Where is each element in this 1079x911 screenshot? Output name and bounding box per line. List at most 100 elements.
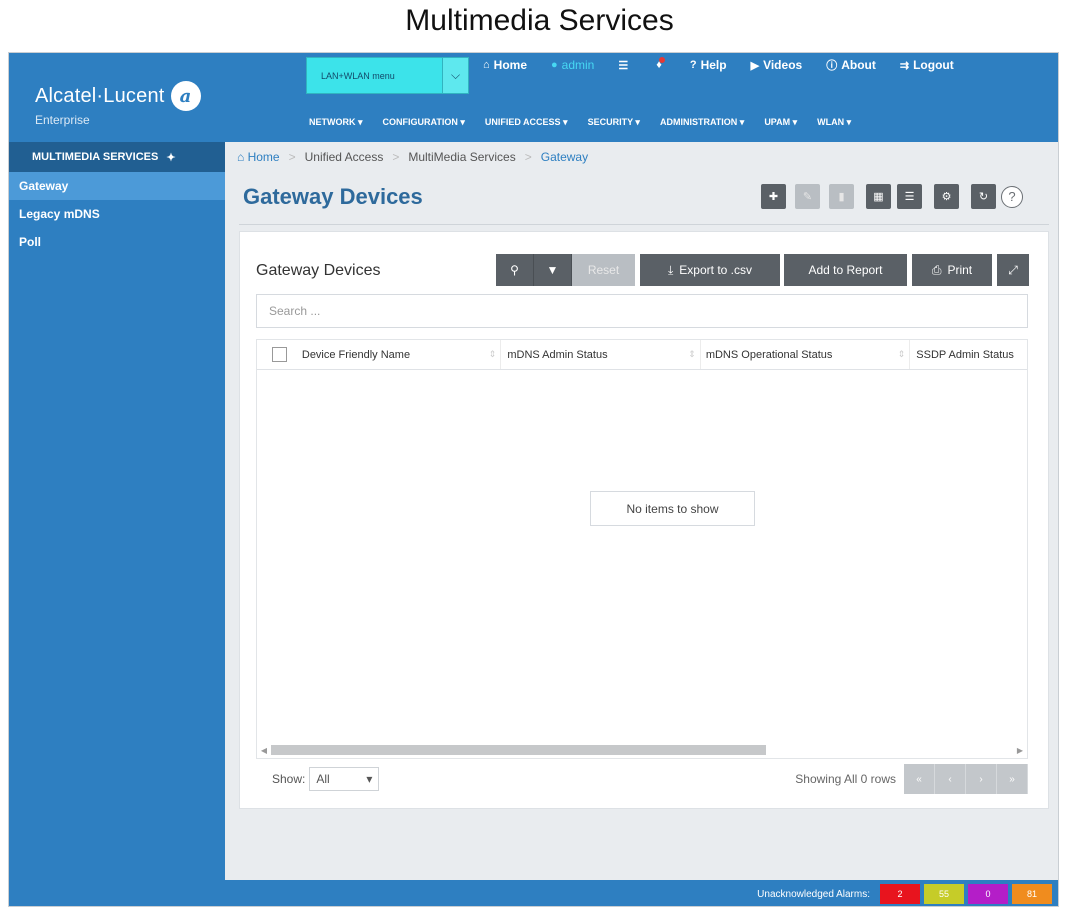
nav-upam[interactable]: UPAM ▾: [764, 117, 797, 128]
nav-administration[interactable]: ADMINISTRATION ▾: [660, 117, 744, 128]
first-page-button[interactable]: «: [904, 764, 935, 794]
main-nav: NETWORK ▾ CONFIGURATION ▾ UNIFIED ACCESS…: [309, 117, 871, 128]
status-bar: Unacknowledged Alarms: 2 55 0 81: [9, 880, 1058, 906]
grid-view-icon: ▦: [873, 191, 884, 203]
home-icon: ⌂: [483, 59, 490, 71]
sidebar-item-legacy-mdns[interactable]: Legacy mDNS: [9, 200, 225, 228]
add-button[interactable]: ✚: [761, 184, 786, 209]
panel-tools: ⚲ ▼ Reset ⤓ Export to .csv Add to Report …: [496, 254, 1029, 286]
export-csv-button[interactable]: ⤓ Export to .csv: [640, 254, 780, 286]
add-to-report-button[interactable]: Add to Report: [784, 254, 907, 286]
column-header-device-friendly-name[interactable]: Device Friendly Name ⇕: [301, 340, 502, 369]
nav-network[interactable]: NETWORK ▾: [309, 117, 363, 128]
breadcrumb-unified-access[interactable]: Unified Access: [305, 150, 384, 164]
help-link[interactable]: ? Help: [690, 58, 727, 72]
expand-icon: ⤢: [1008, 262, 1018, 277]
video-camera-icon: ▶: [750, 59, 760, 72]
list-view-button[interactable]: ☰: [897, 184, 922, 209]
nav-configuration[interactable]: CONFIGURATION ▾: [383, 117, 465, 128]
breadcrumb-home-label: Home: [247, 150, 280, 164]
notifications-button[interactable]: ♦: [656, 57, 666, 71]
info-icon: ⓘ: [826, 60, 838, 72]
logo-mark-icon: a: [170, 81, 201, 111]
home-link-label: Home: [493, 58, 527, 72]
refresh-icon: ↻: [978, 191, 989, 203]
column-header-label: Device Friendly Name: [301, 348, 411, 361]
scroll-left-icon[interactable]: ◀: [257, 746, 271, 755]
pin-icon[interactable]: ✦: [166, 151, 175, 164]
printer-icon: ⎙: [931, 262, 942, 277]
search-input[interactable]: Search ...: [256, 294, 1028, 328]
videos-link[interactable]: ▶ Videos: [751, 58, 803, 72]
previous-page-button[interactable]: ‹: [935, 764, 966, 794]
menu-list-button[interactable]: ☰: [618, 59, 632, 72]
breadcrumb-home[interactable]: ⌂ Home: [237, 150, 280, 164]
page-size-select[interactable]: All ▾: [309, 767, 380, 791]
unacknowledged-alarms-label: Unacknowledged Alarms:: [757, 888, 870, 900]
panel-footer: Show: All ▾ Showing All 0 rows « ‹ › »: [256, 762, 1028, 796]
refresh-button[interactable]: ↻: [971, 184, 996, 209]
about-link[interactable]: ⓘ About: [826, 57, 876, 73]
scrollbar-thumb[interactable]: [271, 745, 766, 755]
chevron-down-icon[interactable]: ⌵: [442, 58, 468, 93]
settings-button[interactable]: ⚙: [934, 184, 959, 209]
horizontal-scrollbar[interactable]: ◀ ▶: [257, 744, 1027, 756]
nav-security[interactable]: SECURITY ▾: [588, 117, 640, 128]
empty-table-message: No items to show: [590, 491, 755, 526]
sort-icon: ⇕: [897, 349, 906, 359]
logo[interactable]: Alcatel·Lucent a Enterprise: [35, 81, 201, 127]
print-button[interactable]: ⎙ Print: [912, 254, 992, 286]
trash-icon: ▮: [838, 191, 845, 203]
expand-button[interactable]: ⤢: [997, 254, 1029, 286]
breadcrumb-multimedia-services[interactable]: MultiMedia Services: [408, 150, 515, 164]
scrollbar-track[interactable]: [271, 745, 1013, 755]
edit-button[interactable]: ✎: [795, 184, 820, 209]
search-icon: ⚲: [510, 263, 519, 277]
site-view-select[interactable]: LAN+WLAN menu ⌵: [306, 57, 469, 94]
search-button[interactable]: ⚲: [496, 254, 534, 286]
help-button[interactable]: ?: [1001, 185, 1023, 208]
videos-link-label: Videos: [763, 58, 803, 72]
alarm-major-badge[interactable]: 55: [924, 884, 964, 904]
alarm-minor-badge[interactable]: 0: [968, 884, 1008, 904]
list-view-icon: ☰: [904, 191, 915, 203]
add-to-report-label: Add to Report: [808, 263, 883, 277]
plus-icon: ✚: [768, 191, 779, 203]
home-link[interactable]: ⌂ Home: [483, 58, 527, 72]
column-header-mdns-operational-status[interactable]: mDNS Operational Status ⇕: [701, 340, 911, 369]
first-page-icon: «: [916, 773, 922, 785]
list-icon: ☰: [618, 59, 629, 72]
page-title: Gateway Devices: [243, 184, 423, 209]
caret-down-icon: ▾: [366, 772, 373, 786]
breadcrumb-separator: >: [524, 150, 532, 164]
edit-icon: ✎: [802, 191, 813, 203]
alarm-critical-badge[interactable]: 2: [880, 884, 920, 904]
header-bar: Alcatel·Lucent a Enterprise LAN+WLAN men…: [9, 53, 1058, 142]
grid-view-button[interactable]: ▦: [866, 184, 891, 209]
nav-unified-access[interactable]: UNIFIED ACCESS ▾: [485, 117, 568, 128]
gateway-devices-panel: Gateway Devices ⚲ ▼ Reset ⤓ Export to .cs…: [239, 231, 1049, 809]
sidebar-item-label: Legacy mDNS: [19, 207, 100, 221]
filter-button[interactable]: ▼: [534, 254, 572, 286]
column-header-ssdp-admin-status[interactable]: SSDP Admin Status: [910, 340, 1027, 369]
reset-button[interactable]: Reset: [572, 254, 635, 286]
page-size-value: All: [316, 772, 330, 786]
gateway-devices-table: Device Friendly Name ⇕ mDNS Admin Status…: [256, 339, 1028, 759]
panel-title: Gateway Devices: [256, 262, 381, 279]
sidebar-item-gateway[interactable]: Gateway: [9, 172, 225, 200]
select-all-checkbox[interactable]: [271, 347, 287, 362]
delete-button[interactable]: ▮: [829, 184, 854, 209]
scroll-right-icon[interactable]: ▶: [1013, 746, 1027, 755]
nav-wlan[interactable]: WLAN ▾: [817, 117, 851, 128]
alarm-warning-badge[interactable]: 81: [1012, 884, 1052, 904]
sort-icon: ⇕: [688, 349, 696, 359]
app-window: Alcatel·Lucent a Enterprise LAN+WLAN men…: [8, 52, 1059, 907]
admin-user-link[interactable]: ● admin: [551, 58, 594, 72]
question-icon: ?: [1008, 189, 1016, 204]
last-page-button[interactable]: »: [997, 764, 1028, 794]
logout-link[interactable]: ⇉ Logout: [900, 58, 954, 72]
next-page-button[interactable]: ›: [966, 764, 997, 794]
table-header: Device Friendly Name ⇕ mDNS Admin Status…: [257, 340, 1027, 370]
column-header-mdns-admin-status[interactable]: mDNS Admin Status ⇕: [501, 340, 701, 369]
sidebar-item-poll[interactable]: Poll: [9, 228, 225, 256]
